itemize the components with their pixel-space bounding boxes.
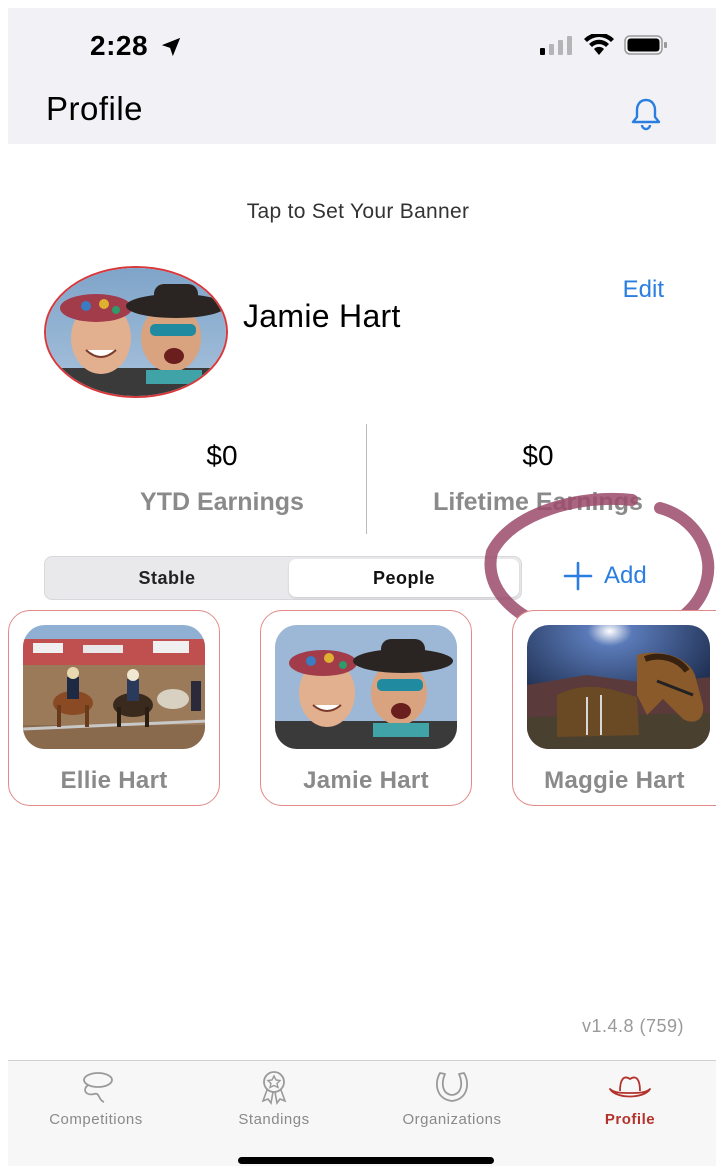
ytd-earnings-value: $0 <box>206 440 238 471</box>
navigation-bar: Profile <box>8 86 716 144</box>
edit-profile-button[interactable]: Edit <box>623 276 664 304</box>
avatar-photo <box>46 268 226 396</box>
rodeo-arena-photo <box>23 625 205 749</box>
status-icons <box>540 34 668 56</box>
person-photo <box>275 625 457 749</box>
home-indicator <box>238 1157 494 1164</box>
person-name: Ellie Hart <box>60 767 168 794</box>
profile-avatar[interactable] <box>44 266 228 398</box>
set-banner-button[interactable]: Tap to Set Your Banner <box>0 200 716 224</box>
selfie-photo <box>275 625 457 749</box>
tab-label: Profile <box>604 1111 656 1128</box>
segment-stable[interactable]: Stable <box>47 559 287 597</box>
cellular-signal-icon <box>540 36 572 55</box>
tab-bar: Competitions Standings Organizations Pro… <box>8 1060 716 1166</box>
horse-photo <box>527 625 710 749</box>
tab-profile[interactable]: Profile <box>542 1069 716 1128</box>
lasso-icon <box>83 1072 113 1103</box>
app-version: v1.4.8 (759) <box>581 1016 684 1036</box>
bell-icon <box>631 98 661 131</box>
tab-label: Organizations <box>402 1111 502 1128</box>
notifications-button[interactable] <box>628 96 664 137</box>
status-time-text: 2:28 <box>90 30 149 61</box>
page-title: Profile <box>46 90 144 127</box>
person-card-ellie[interactable]: Ellie Hart <box>8 610 220 806</box>
status-bar: 2:28 <box>8 8 716 86</box>
ytd-earnings-label: YTD Earnings <box>140 488 304 516</box>
tab-standings[interactable]: Standings <box>186 1069 362 1128</box>
person-card-maggie[interactable]: Maggie Hart <box>512 610 716 806</box>
location-arrow-icon <box>162 37 181 57</box>
battery-icon <box>624 35 667 55</box>
profile-name: Jamie Hart <box>243 298 401 334</box>
tab-label: Standings <box>238 1111 310 1128</box>
ytd-earnings-stat: $0 YTD Earnings <box>110 440 334 517</box>
cowboy-hat-icon <box>609 1076 651 1098</box>
person-name: Maggie Hart <box>544 767 685 794</box>
person-photo <box>527 625 710 749</box>
tab-competitions[interactable]: Competitions <box>8 1069 184 1128</box>
tab-organizations[interactable]: Organizations <box>364 1069 540 1128</box>
person-card-jamie[interactable]: Jamie Hart <box>260 610 472 806</box>
person-photo <box>23 625 205 749</box>
horseshoe-icon <box>436 1072 468 1102</box>
award-ribbon-icon <box>261 1071 287 1105</box>
stable-people-segmented-control: Stable People <box>44 556 522 600</box>
wifi-icon <box>584 34 614 55</box>
person-name: Jamie Hart <box>303 767 429 794</box>
lifetime-earnings-value: $0 <box>522 440 554 471</box>
stats-divider <box>366 424 367 534</box>
status-time: 2:28 <box>90 30 182 62</box>
tab-label: Competitions <box>49 1111 143 1128</box>
